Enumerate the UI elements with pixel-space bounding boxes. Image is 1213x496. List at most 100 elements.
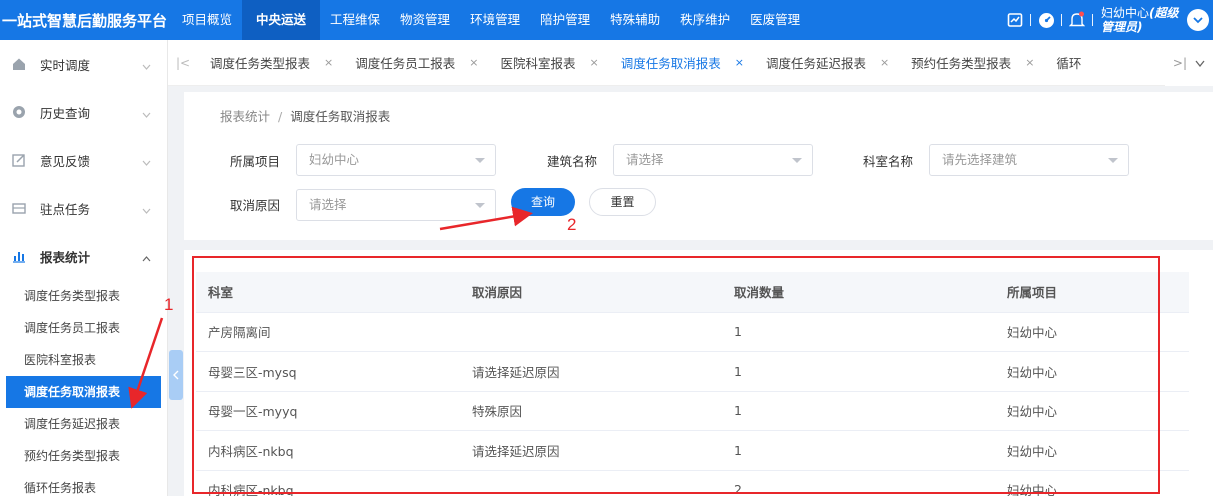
query-button[interactable]: 查询 — [511, 188, 575, 216]
reason-label: 取消原因 — [230, 198, 281, 213]
message-icon[interactable] — [1006, 11, 1024, 29]
table-row: 内科病区-nkbq 请选择延迟原因 1 妇幼中心 — [196, 430, 1189, 471]
reason-select[interactable]: 请选择 — [296, 189, 496, 221]
top-nav-item[interactable]: 工程维保 — [320, 0, 390, 40]
project-select[interactable]: 妇幼中心 — [296, 144, 496, 176]
close-icon[interactable]: × — [324, 56, 333, 69]
table-cell — [460, 470, 722, 496]
chevron-down-icon — [142, 106, 151, 121]
cancel-report-table: 科室 取消原因 取消数量 所属项目 产房隔离间 1 妇幼中心 母婴三区-mysq 请选择延迟原… — [196, 272, 1189, 496]
top-nav-item[interactable]: 物资管理 — [390, 0, 460, 40]
breadcrumb-parent[interactable]: 报表统计 — [220, 109, 270, 124]
sidebar-item-realtime[interactable]: 实时调度 — [0, 40, 167, 88]
dept-select-placeholder: 请先选择建筑 — [942, 152, 1018, 167]
reason-select-placeholder: 请选择 — [309, 197, 347, 212]
close-icon[interactable]: × — [1025, 56, 1034, 69]
divider — [1092, 14, 1093, 26]
tab-label: 循环 — [1056, 56, 1082, 71]
tab-item[interactable]: 医院科室报表 × — [488, 40, 608, 86]
tabs-bar: |< 调度任务类型报表 × 调度任务员工报表 × 医院科室报表 × 调度任务取消报表 × 调度任… — [168, 40, 1213, 86]
close-icon[interactable]: × — [880, 56, 889, 69]
submenu-item[interactable]: 循环任务报表 — [0, 472, 167, 496]
submenu-item[interactable]: 医院科室报表 — [0, 344, 167, 376]
caret-down-icon — [1108, 158, 1118, 163]
submenu-item[interactable]: 预约任务类型报表 — [0, 440, 167, 472]
table-cell: 妇幼中心 — [995, 391, 1189, 431]
caret-down-icon — [475, 203, 485, 208]
sidebar-item-history[interactable]: 历史查询 — [0, 88, 167, 136]
table-cell — [460, 312, 722, 352]
tab-list: 调度任务类型报表 × 调度任务员工报表 × 医院科室报表 × 调度任务取消报表 × 调度任务延迟… — [198, 40, 1091, 86]
tab-item[interactable]: 调度任务员工报表 × — [343, 40, 488, 86]
submenu-item[interactable]: 调度任务类型报表 — [0, 280, 167, 312]
filter-panel: 报表统计 / 调度任务取消报表 所属项目 妇幼中心 建筑名称 请选择 科室名称 请先… — [184, 92, 1213, 240]
sidebar-item-label: 实时调度 — [40, 57, 91, 73]
table-header-cell: 所属项目 — [995, 272, 1189, 313]
history-icon — [12, 105, 26, 119]
top-nav-item[interactable]: 项目概览 — [172, 0, 242, 40]
tab-label: 医院科室报表 — [500, 56, 576, 71]
top-nav-item[interactable]: 特殊辅助 — [600, 0, 670, 40]
submenu-item[interactable]: 调度任务员工报表 — [0, 312, 167, 344]
close-icon[interactable]: × — [735, 56, 744, 69]
close-icon[interactable]: × — [589, 56, 598, 69]
tab-item[interactable]: 循环 — [1044, 40, 1091, 86]
tab-item[interactable]: 调度任务类型报表 × — [198, 40, 343, 86]
table-cell: 产房隔离间 — [196, 312, 460, 352]
top-nav-item[interactable]: 环境管理 — [460, 0, 530, 40]
project-select-value: 妇幼中心 — [309, 152, 360, 167]
top-nav-item[interactable]: 陪护管理 — [530, 0, 600, 40]
table-body: 产房隔离间 1 妇幼中心 母婴三区-mysq 请选择延迟原因 1 妇幼中心 母婴一区-myyq… — [196, 312, 1189, 496]
submenu-item[interactable]: 调度任务延迟报表 — [0, 408, 167, 440]
table-cell: 特殊原因 — [460, 391, 722, 431]
sidebar-item-label: 驻点任务 — [40, 201, 91, 217]
divider — [1061, 14, 1062, 26]
top-nav-item[interactable]: 中央运送 — [242, 0, 321, 40]
table-cell: 妇幼中心 — [995, 351, 1189, 392]
reset-button[interactable]: 重置 — [589, 188, 656, 216]
tab-item[interactable]: 预约任务类型报表 × — [899, 40, 1044, 86]
submenu-item[interactable]: 调度任务取消报表 — [6, 376, 161, 408]
sidebar-item-reports[interactable]: 报表统计 — [0, 232, 167, 280]
building-select[interactable]: 请选择 — [613, 144, 813, 176]
chevron-down-icon[interactable] — [1195, 56, 1205, 70]
table-row: 母婴一区-myyq 特殊原因 1 妇幼中心 — [196, 391, 1189, 431]
table-header-row: 科室 取消原因 取消数量 所属项目 — [196, 272, 1189, 313]
tab-label: 调度任务延迟报表 — [765, 56, 866, 71]
sidebar-collapse-handle[interactable] — [169, 350, 183, 400]
table-cell: 内科病区-nkbq — [196, 470, 460, 496]
chevron-down-icon[interactable] — [1187, 9, 1209, 31]
chevron-down-icon — [142, 202, 151, 217]
bell-icon[interactable] — [1068, 11, 1086, 29]
close-icon[interactable]: × — [469, 56, 478, 69]
top-nav-item[interactable]: 秩序维护 — [670, 0, 740, 40]
tab-item[interactable]: 调度任务延迟报表 × — [754, 40, 899, 86]
sidebar-item-label: 报表统计 — [40, 249, 91, 265]
divider — [1030, 14, 1031, 26]
dashboard-icon[interactable] — [1037, 11, 1055, 29]
table-cell: 妇幼中心 — [995, 430, 1189, 471]
table-cell: 1 — [722, 351, 995, 392]
table-header-cell: 取消数量 — [722, 272, 995, 313]
tab-item[interactable]: 调度任务取消报表 × — [609, 40, 754, 86]
table-row: 产房隔离间 1 妇幼中心 — [196, 312, 1189, 352]
breadcrumb-current: 调度任务取消报表 — [290, 109, 391, 124]
tab-scroll-right-icon[interactable]: >| — [1173, 56, 1187, 70]
sidebar-item-label: 历史查询 — [40, 105, 91, 121]
chart-icon — [12, 249, 26, 263]
caret-down-icon — [475, 158, 485, 163]
sidebar-item-feedback[interactable]: 意见反馈 — [0, 136, 167, 184]
top-nav-item[interactable]: 医废管理 — [740, 0, 810, 40]
top-nav: 项目概览 中央运送 工程维保 物资管理 环境管理 陪护管理 特殊辅助 秩序维护 医废管理 — [172, 0, 810, 40]
annotation-label-1: 1 — [164, 295, 174, 314]
dept-select[interactable]: 请先选择建筑 — [929, 144, 1129, 176]
table-panel: 科室 取消原因 取消数量 所属项目 产房隔离间 1 妇幼中心 母婴三区-mysq 请选择延迟原… — [184, 250, 1213, 496]
table-cell: 妇幼中心 — [995, 470, 1189, 496]
home-icon — [12, 57, 26, 71]
tab-scroll-left-icon[interactable]: |< — [168, 56, 198, 70]
reports-submenu: 调度任务类型报表 调度任务员工报表 医院科室报表 调度任务取消报表 调度任务延迟报表 预约… — [0, 280, 167, 496]
user-name[interactable]: 妇幼中心(超级管理员) — [1101, 6, 1181, 34]
sidebar-item-station[interactable]: 驻点任务 — [0, 184, 167, 232]
tab-nav-right: >| — [1164, 40, 1213, 86]
building-select-placeholder: 请选择 — [626, 152, 664, 167]
